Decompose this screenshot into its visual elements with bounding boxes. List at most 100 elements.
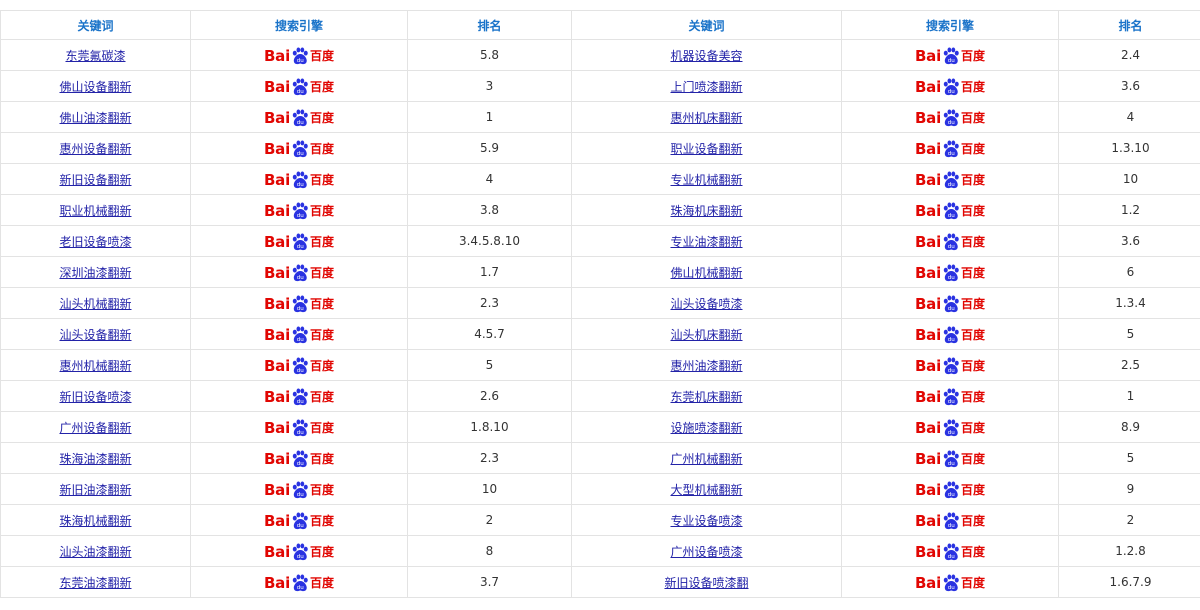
search-engine-cell: Bai du 百度 (191, 164, 408, 195)
search-engine-cell: Bai du 百度 (191, 567, 408, 598)
table-row: 职业机械翻新 Bai du 百度 3.8 珠海机床翻新 Bai (1, 195, 1200, 226)
keyword-link[interactable]: 广州机械翻新 (670, 452, 742, 466)
keyword-link[interactable]: 东莞氟碳漆 (65, 49, 125, 63)
search-engine-cell: Bai du 百度 (191, 226, 408, 257)
keyword-link[interactable]: 佛山机械翻新 (670, 266, 742, 280)
keyword-link[interactable]: 机器设备美容 (670, 49, 742, 63)
table-row: 东莞氟碳漆 Bai du 百度 5.8 机器设备美容 Bai (1, 40, 1200, 71)
keyword-link[interactable]: 设施喷漆翻新 (670, 421, 742, 435)
search-engine-cell: Bai du 百度 (842, 381, 1059, 412)
svg-text:du: du (297, 492, 305, 498)
rank-value: 8.9 (1121, 420, 1140, 434)
rank-value: 2.5 (1121, 358, 1140, 372)
keyword-link[interactable]: 大型机械翻新 (670, 483, 742, 497)
baidu-logo: Bai du 百度 (264, 357, 334, 375)
baidu-logo: Bai du 百度 (264, 171, 334, 189)
baidu-paw-icon: du (291, 233, 309, 251)
search-engine-cell: Bai du 百度 (842, 288, 1059, 319)
rank-cell: 1.3.4 (1059, 288, 1200, 319)
keyword-cell: 汕头油漆翻新 (1, 536, 191, 567)
keyword-cell: 机器设备美容 (572, 40, 842, 71)
header-rank-2: 排名 (1059, 11, 1200, 40)
keyword-link[interactable]: 惠州油漆翻新 (670, 359, 742, 373)
keyword-link[interactable]: 专业油漆翻新 (670, 235, 742, 249)
svg-text:du: du (948, 461, 956, 467)
table-row: 老旧设备喷漆 Bai du 百度 3.4.5.8.10 专业油漆翻新 Bai (1, 226, 1200, 257)
baidu-paw-icon: du (291, 171, 309, 189)
keyword-cell: 新旧设备喷漆翻 (572, 567, 842, 598)
keyword-link[interactable]: 汕头油漆翻新 (59, 545, 131, 559)
rank-cell: 4 (408, 164, 572, 195)
search-engine-cell: Bai du 百度 (191, 381, 408, 412)
rank-value: 2.6 (480, 389, 499, 403)
rank-cell: 1.2.8 (1059, 536, 1200, 567)
keyword-link[interactable]: 广州设备翻新 (59, 421, 131, 435)
keyword-cell: 佛山机械翻新 (572, 257, 842, 288)
keyword-link[interactable]: 东莞机床翻新 (670, 390, 742, 404)
svg-text:du: du (297, 182, 305, 188)
keyword-link[interactable]: 汕头机械翻新 (59, 297, 131, 311)
keyword-link[interactable]: 惠州机械翻新 (59, 359, 131, 373)
svg-text:du: du (948, 306, 956, 312)
search-engine-cell: Bai du 百度 (191, 443, 408, 474)
keyword-link[interactable]: 汕头设备翻新 (59, 328, 131, 342)
keyword-link[interactable]: 新旧设备喷漆翻 (664, 576, 748, 590)
search-engine-cell: Bai du 百度 (191, 474, 408, 505)
keyword-link[interactable]: 深圳油漆翻新 (59, 266, 131, 280)
keyword-link[interactable]: 专业设备喷漆 (670, 514, 742, 528)
search-engine-cell: Bai du 百度 (191, 257, 408, 288)
baidu-logo: Bai du 百度 (915, 388, 985, 406)
keyword-link[interactable]: 新旧设备喷漆 (59, 390, 131, 404)
baidu-paw-icon: du (942, 78, 960, 96)
svg-text:du: du (297, 461, 305, 467)
rank-cell: 3.6 (1059, 226, 1200, 257)
keyword-link[interactable]: 职业设备翻新 (670, 142, 742, 156)
keyword-cell: 职业设备翻新 (572, 133, 842, 164)
svg-text:du: du (948, 585, 956, 591)
keyword-link[interactable]: 新旧油漆翻新 (59, 483, 131, 497)
keyword-link[interactable]: 上门喷漆翻新 (670, 80, 742, 94)
svg-text:du: du (297, 585, 305, 591)
svg-text:du: du (297, 120, 305, 126)
rank-cell: 3.8 (408, 195, 572, 226)
keyword-link[interactable]: 汕头机床翻新 (670, 328, 742, 342)
keyword-link[interactable]: 珠海机械翻新 (59, 514, 131, 528)
baidu-logo: Bai du 百度 (915, 574, 985, 592)
keyword-cell: 惠州油漆翻新 (572, 350, 842, 381)
baidu-paw-icon: du (942, 202, 960, 220)
rank-cell: 1 (408, 102, 572, 133)
keyword-link[interactable]: 惠州机床翻新 (670, 111, 742, 125)
baidu-logo: Bai du 百度 (915, 233, 985, 251)
keyword-cell: 东莞氟碳漆 (1, 40, 191, 71)
keyword-cell: 设施喷漆翻新 (572, 412, 842, 443)
rank-value: 2 (486, 513, 494, 527)
keyword-link[interactable]: 新旧设备翻新 (59, 173, 131, 187)
keyword-link[interactable]: 汕头设备喷漆 (670, 297, 742, 311)
baidu-paw-icon: du (942, 295, 960, 313)
svg-text:du: du (948, 523, 956, 529)
keyword-link[interactable]: 佛山油漆翻新 (59, 111, 131, 125)
rank-cell: 9 (1059, 474, 1200, 505)
keyword-link[interactable]: 老旧设备喷漆 (59, 235, 131, 249)
keyword-link[interactable]: 职业机械翻新 (59, 204, 131, 218)
search-engine-cell: Bai du 百度 (842, 350, 1059, 381)
table-row: 佛山设备翻新 Bai du 百度 3 上门喷漆翻新 Bai (1, 71, 1200, 102)
search-engine-cell: Bai du 百度 (842, 319, 1059, 350)
keyword-cell: 惠州机械翻新 (1, 350, 191, 381)
keyword-link[interactable]: 佛山设备翻新 (59, 80, 131, 94)
keyword-link[interactable]: 珠海油漆翻新 (59, 452, 131, 466)
baidu-paw-icon: du (291, 543, 309, 561)
rank-value: 4.5.7 (474, 327, 505, 341)
keyword-link[interactable]: 珠海机床翻新 (670, 204, 742, 218)
rank-cell: 2 (1059, 505, 1200, 536)
baidu-logo: Bai du 百度 (264, 264, 334, 282)
keyword-link[interactable]: 东莞油漆翻新 (59, 576, 131, 590)
keyword-link[interactable]: 惠州设备翻新 (59, 142, 131, 156)
svg-text:du: du (948, 213, 956, 219)
baidu-logo: Bai du 百度 (915, 295, 985, 313)
rank-value: 4 (486, 172, 494, 186)
baidu-paw-icon: du (291, 450, 309, 468)
keyword-link[interactable]: 广州设备喷漆 (670, 545, 742, 559)
keyword-cell: 东莞油漆翻新 (1, 567, 191, 598)
keyword-link[interactable]: 专业机械翻新 (670, 173, 742, 187)
